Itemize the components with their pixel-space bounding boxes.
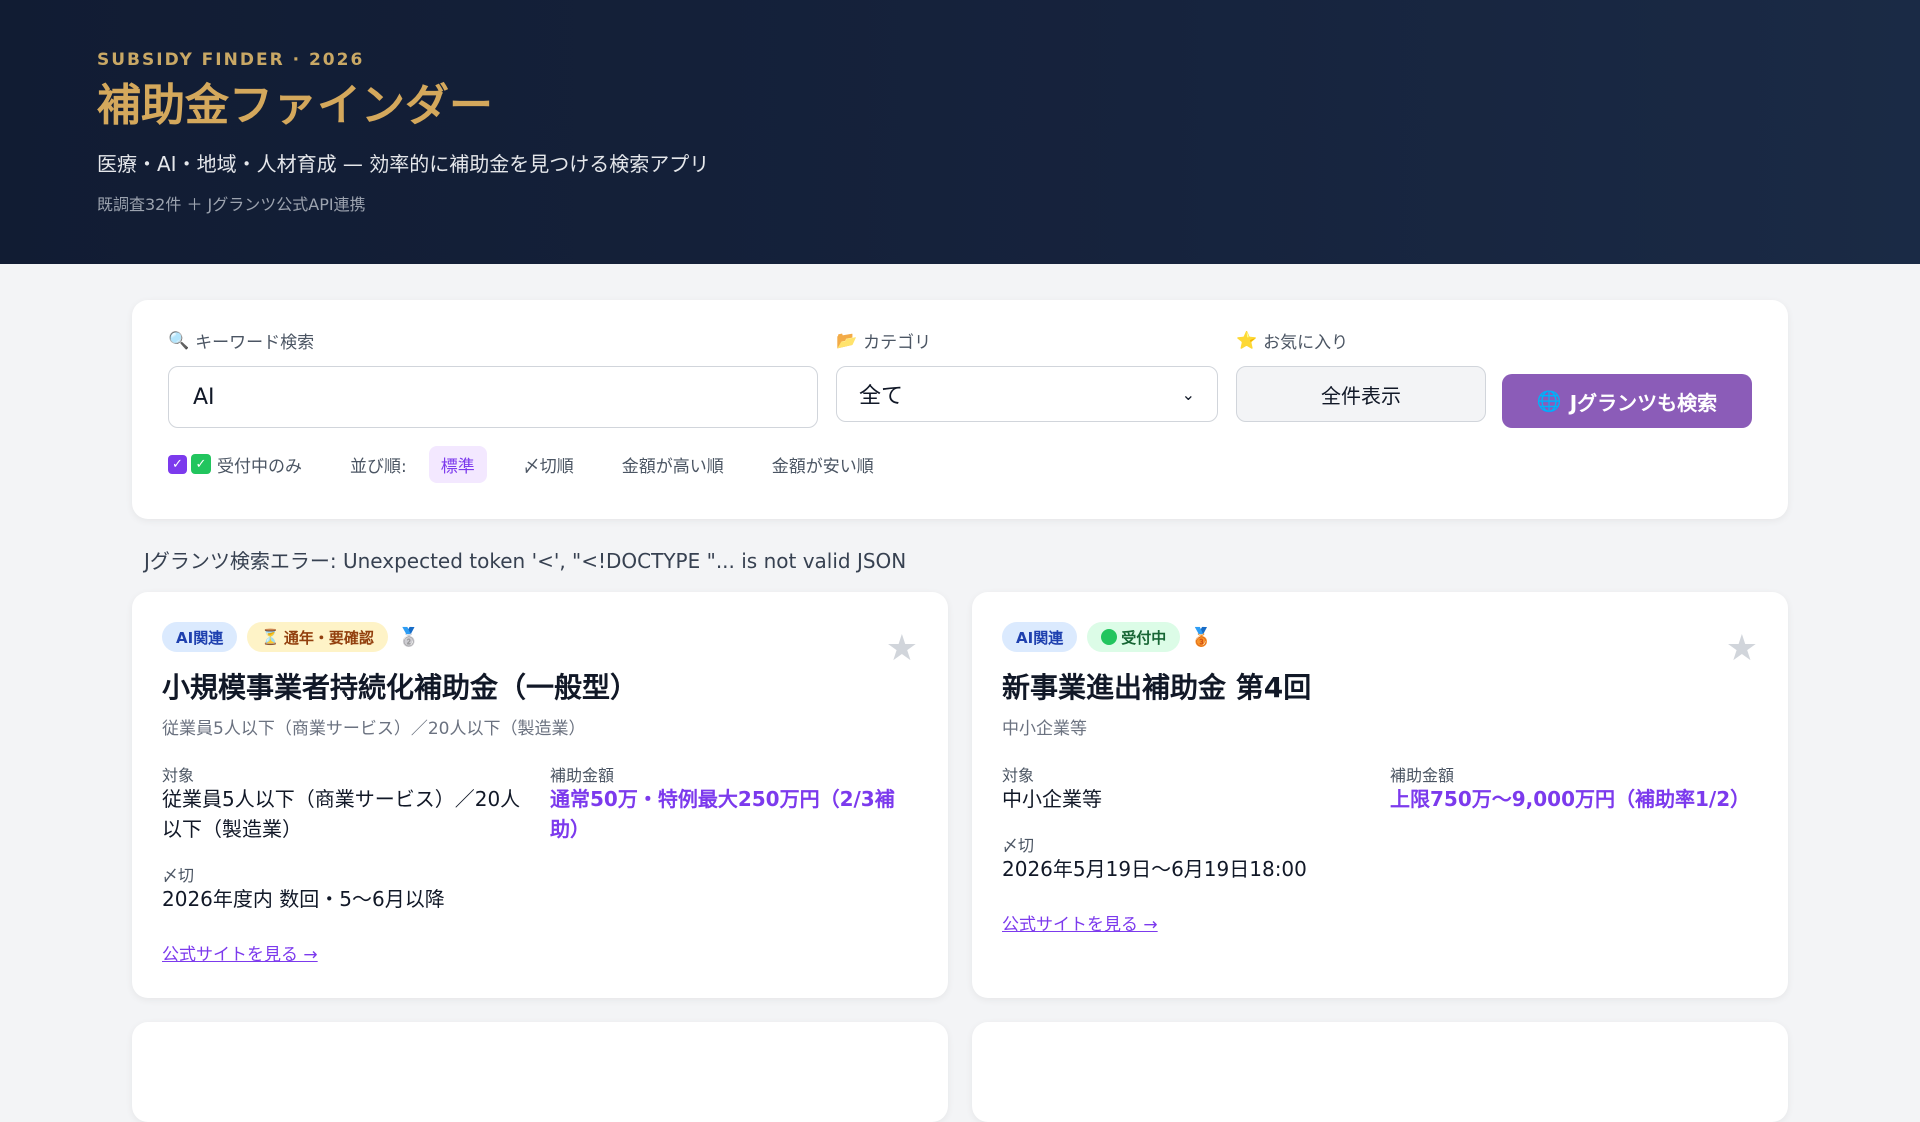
filter-row: ✓ ✓ 受付中のみ 並び順: 標準 〆切順 金額が高い順 金額が安い順 (168, 445, 886, 483)
header-eyebrow: SUBSIDY FINDER · 2026 (97, 50, 365, 70)
page-subtitle: 医療・AI・地域・人材育成 — 効率的に補助金を見つける検索アプリ (97, 152, 710, 177)
subsidy-card (132, 1022, 948, 1122)
app-header: SUBSIDY FINDER · 2026 補助金ファインダー 医療・AI・地域… (0, 0, 1920, 264)
keyword-label-text: キーワード検索 (195, 333, 315, 353)
target-value: 中小企業等 (1002, 787, 1102, 811)
show-all-button[interactable]: 全件表示 (1236, 366, 1486, 422)
favorite-star-icon[interactable]: ★ (886, 628, 918, 669)
status-badge: 受付中 (1087, 622, 1181, 652)
deadline-label: 〆切 (1002, 836, 1035, 855)
amount-value: 通常50万・特例最大250万円（2/3補助） (550, 787, 895, 841)
subsidy-card (972, 1022, 1788, 1122)
sort-label: 並び順: (350, 456, 407, 477)
status-badge-text: 通年・要確認 (283, 628, 374, 647)
category-badge: AI関連 (162, 622, 238, 652)
card-title: 小規模事業者持続化補助金（一般型） (162, 671, 639, 704)
check-mark-icon: ✓ (191, 454, 211, 474)
hourglass-icon: ⏳ (261, 628, 280, 646)
card-title: 新事業進出補助金 第4回 (1002, 671, 1312, 704)
status-badge: ⏳ 通年・要確認 (247, 622, 388, 652)
folder-icon: 📂 (836, 330, 858, 351)
deadline-label: 〆切 (162, 866, 195, 885)
card-subtitle: 従業員5人以下（商業サービス）／20人以下（製造業） (162, 719, 586, 739)
silver-medal-icon: 🥈 (397, 626, 421, 648)
category-select[interactable]: 全て ⌄ (836, 366, 1218, 422)
favorites-label-text: お気に入り (1263, 333, 1349, 353)
card-badges: AI関連 受付中 🥉 (1002, 622, 1213, 652)
globe-icon: 🌐 (1536, 389, 1562, 413)
search-icon: 🔍 (168, 330, 190, 351)
favorite-star-icon[interactable]: ★ (1726, 628, 1758, 669)
target-value: 従業員5人以下（商業サービス）／20人以下（製造業） (162, 787, 521, 841)
subsidy-card: AI関連 ⏳ 通年・要確認 🥈 ★ 小規模事業者持続化補助金（一般型） 従業員5… (132, 592, 948, 998)
jgrants-search-button[interactable]: 🌐 Jグランツも検索 (1502, 374, 1752, 428)
sort-option-standard[interactable]: 標準 (428, 445, 487, 483)
deadline-value: 2026年5月19日〜6月19日18:00 (1002, 857, 1307, 881)
jgrants-search-label: Jグランツも検索 (1569, 390, 1718, 415)
open-only-checkbox[interactable]: ✓ (168, 454, 187, 474)
error-message: Jグランツ検索エラー: Unexpected token '<', "<!DOC… (144, 549, 907, 573)
target-label: 対象 (1002, 766, 1035, 785)
green-circle-icon (1101, 629, 1118, 645)
star-icon: ⭐ (1236, 330, 1258, 351)
page-title: 補助金ファインダー (97, 80, 493, 131)
official-site-link[interactable]: 公式サイトを見る → (1002, 910, 1158, 935)
keyword-input[interactable] (168, 366, 818, 428)
amount-label: 補助金額 (1390, 766, 1455, 785)
search-panel: 🔍 キーワード検索 📂 カテゴリ 全て ⌄ ⭐ お気に入り 全件表示 🌐 Jグラ… (132, 300, 1788, 519)
sort-option-amount-high[interactable]: 金額が高い順 (610, 446, 736, 483)
amount-value: 上限750万〜9,000万円（補助率1/2） (1390, 787, 1751, 811)
subsidy-card: AI関連 受付中 🥉 ★ 新事業進出補助金 第4回 中小企業等 対象 中小企業等… (972, 592, 1788, 998)
favorites-label: ⭐ お気に入り (1236, 328, 1349, 354)
card-badges: AI関連 ⏳ 通年・要確認 🥈 (162, 622, 420, 652)
category-selected-value: 全て (859, 384, 904, 409)
bronze-medal-icon: 🥉 (1190, 626, 1213, 648)
page-meta: 既調査32件 ＋ Jグランツ公式API連携 (97, 195, 366, 215)
card-subtitle: 中小企業等 (1002, 719, 1087, 739)
deadline-value: 2026年度内 数回・5〜6月以降 (162, 887, 445, 911)
target-label: 対象 (162, 766, 195, 785)
category-badge: AI関連 (1002, 622, 1078, 652)
amount-label: 補助金額 (550, 766, 615, 785)
keyword-label: 🔍 キーワード検索 (168, 328, 315, 354)
chevron-down-icon: ⌄ (1181, 384, 1195, 404)
open-only-label: 受付中のみ (217, 456, 302, 477)
status-badge-text: 受付中 (1121, 628, 1167, 647)
sort-option-deadline[interactable]: 〆切順 (511, 446, 586, 483)
official-site-link[interactable]: 公式サイトを見る → (162, 940, 318, 965)
category-label: 📂 カテゴリ (836, 328, 932, 354)
category-label-text: カテゴリ (863, 333, 932, 353)
sort-option-amount-low[interactable]: 金額が安い順 (760, 446, 886, 483)
